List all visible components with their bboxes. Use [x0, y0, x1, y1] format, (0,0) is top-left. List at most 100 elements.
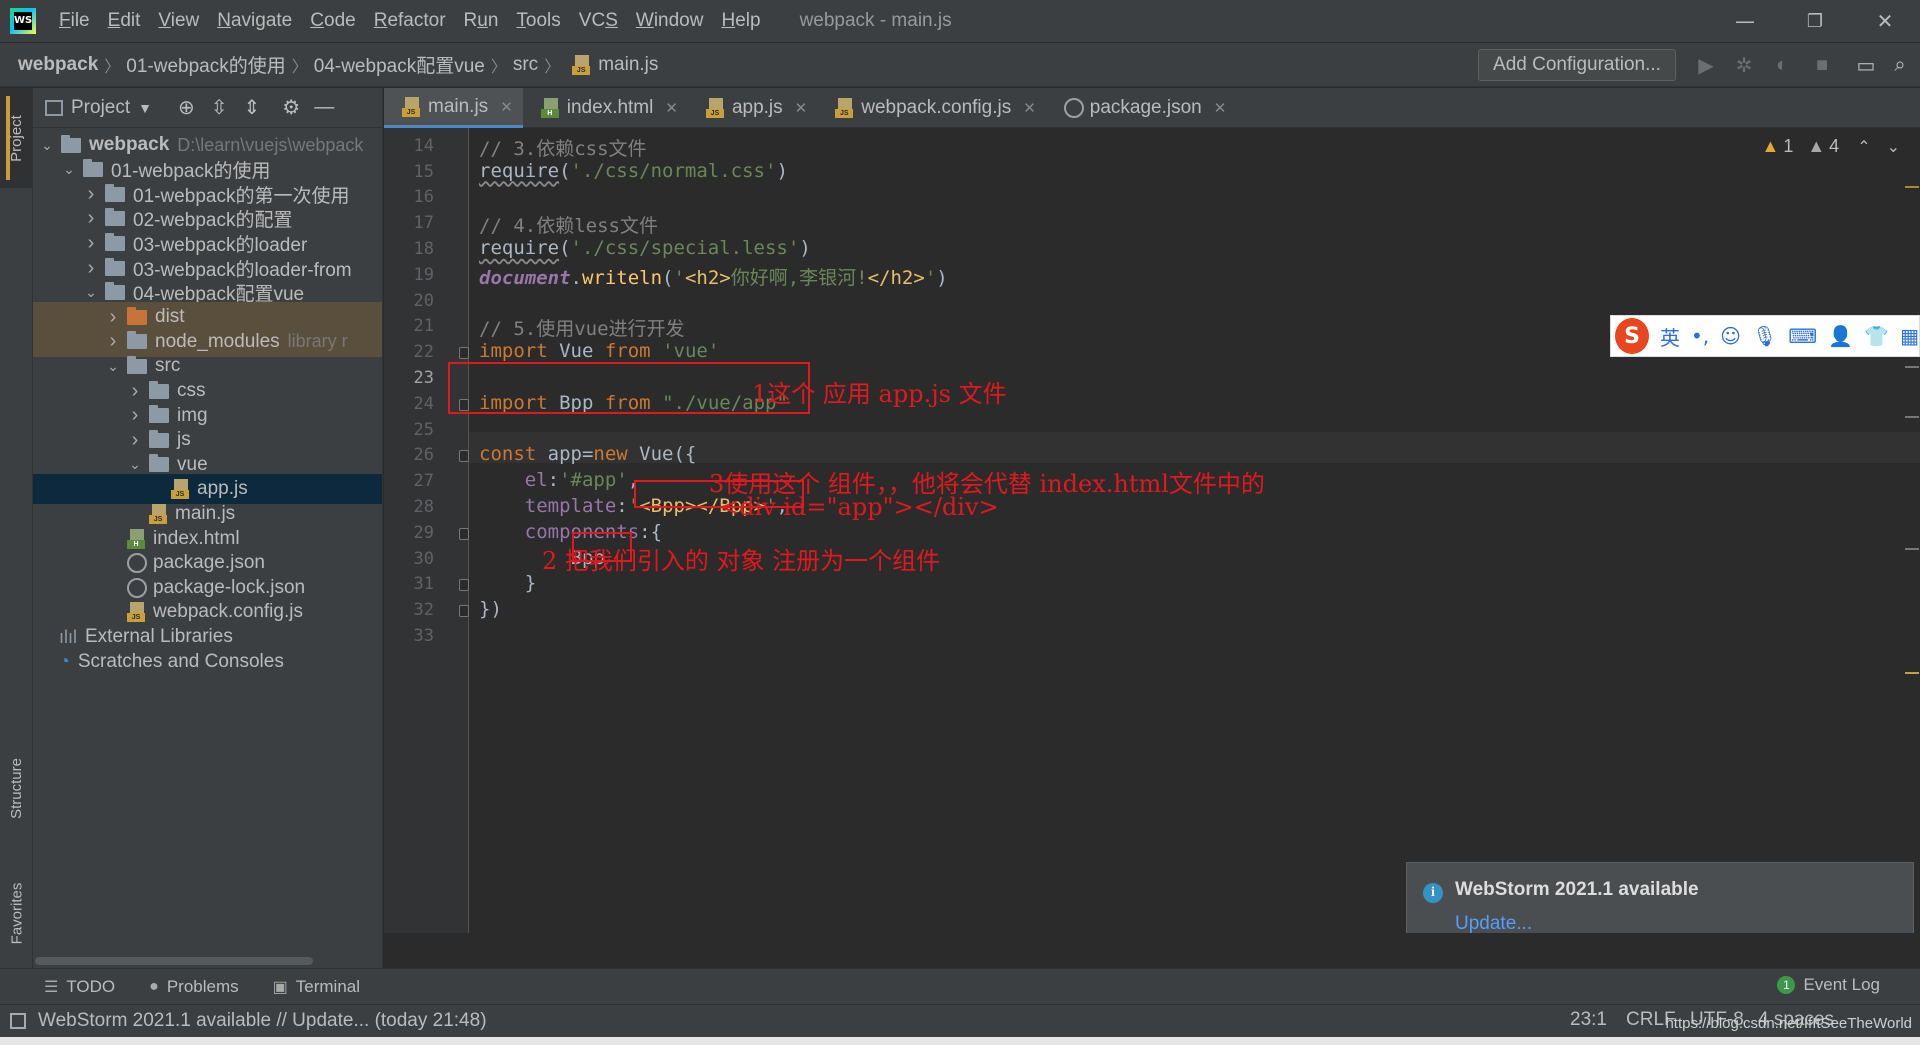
fold-marker-icon[interactable] — [459, 398, 469, 411]
line-number[interactable]: 28 — [384, 497, 434, 517]
debug-icon[interactable]: ✲ — [1730, 51, 1758, 79]
code-line[interactable]: // 3.依赖css文件 — [479, 134, 647, 161]
gear-icon[interactable]: ⚙ — [282, 95, 300, 120]
minimize-button[interactable]: — — [1710, 0, 1780, 42]
chevron-right-icon[interactable]: › — [83, 257, 99, 280]
microphone-icon[interactable]: 🎙 — [1752, 324, 1777, 348]
menu-item[interactable]: Run — [455, 10, 508, 32]
bottom-tool-tab[interactable]: ▣ Terminal — [273, 977, 360, 997]
error-stripe-marker[interactable] — [1905, 672, 1919, 674]
line-number[interactable]: 18 — [384, 239, 434, 259]
error-stripe-marker[interactable] — [1905, 186, 1919, 188]
caret-position[interactable]: 23:1 — [1570, 1009, 1607, 1031]
chevron-right-icon[interactable]: › — [105, 306, 121, 329]
update-link[interactable]: Update... — [1455, 913, 1532, 933]
code-line[interactable]: document.writeln('<h2>你好啊,李银河!</h2>') — [479, 263, 948, 290]
keyboard-icon[interactable]: ⌨ — [1788, 324, 1817, 348]
project-tool-tab[interactable]: Project — [0, 88, 33, 188]
line-number[interactable]: 19 — [384, 265, 434, 285]
line-number[interactable]: 17 — [384, 213, 434, 233]
line-number[interactable]: 21 — [384, 316, 434, 336]
menu-item[interactable]: File — [50, 10, 99, 32]
line-number[interactable]: 31 — [384, 574, 434, 594]
fold-marker-icon[interactable] — [459, 527, 469, 540]
skin-icon[interactable]: 👕 — [1864, 324, 1889, 348]
bottom-tool-tab[interactable]: ● Problems — [149, 977, 238, 997]
toolbox-icon[interactable]: ▦ — [1900, 324, 1919, 348]
editor-tab[interactable]: Hindex.html ✕ — [523, 88, 688, 128]
line-number[interactable]: 32 — [384, 600, 434, 620]
close-window-button[interactable]: ✕ — [1850, 0, 1920, 42]
collapse-all-icon[interactable]: ⇕ — [244, 95, 261, 120]
user-icon[interactable]: 👤 — [1828, 324, 1853, 348]
fold-marker-icon[interactable] — [459, 347, 469, 360]
code-line[interactable]: require('./css/normal.css') — [479, 160, 788, 182]
code-line[interactable]: }) — [479, 598, 502, 620]
line-number[interactable]: 14 — [384, 136, 434, 156]
code-line[interactable]: } — [479, 572, 536, 594]
line-number[interactable]: 20 — [384, 291, 434, 311]
ime-language-toggle[interactable]: 英 — [1660, 322, 1680, 351]
chevron-right-icon[interactable]: › — [83, 183, 99, 206]
close-tab-icon[interactable]: ✕ — [1214, 99, 1227, 117]
menu-item[interactable]: Refactor — [365, 10, 455, 32]
editor-tab[interactable]: JS webpack.config.js ✕ — [817, 88, 1046, 128]
ime-toolbar[interactable]: S 英 •, ☺ 🎙 ⌨ 👤 👕 ▦ — [1610, 315, 1920, 357]
project-horizontal-scrollbar[interactable] — [35, 957, 313, 965]
menu-item[interactable]: Tools — [507, 10, 569, 32]
chevron-down-icon[interactable]: ⌄ — [105, 358, 121, 375]
line-number[interactable]: 27 — [384, 471, 434, 491]
close-tab-icon[interactable]: ✕ — [665, 99, 678, 117]
code-line[interactable]: // 4.依赖less文件 — [479, 211, 658, 238]
code-line[interactable]: import Vue from 'vue' — [479, 340, 719, 362]
code-line[interactable]: // 5.使用vue进行开发 — [479, 314, 685, 341]
chevron-right-icon[interactable]: › — [83, 232, 99, 255]
fold-marker-icon[interactable] — [459, 605, 469, 618]
chevron-right-icon[interactable]: › — [83, 207, 99, 230]
menu-item[interactable]: VCS — [570, 10, 627, 32]
project-view-selector[interactable]: Project — [71, 97, 130, 119]
breadcrumb-item[interactable]: webpack — [12, 54, 104, 76]
menu-item[interactable]: Window — [627, 10, 713, 32]
ime-punctuation-toggle[interactable]: •, — [1691, 324, 1709, 348]
previous-highlight-icon[interactable]: ⌃ — [1857, 137, 1870, 157]
chevron-down-icon[interactable]: ▼ — [138, 100, 152, 116]
chevron-right-icon[interactable]: › — [127, 404, 143, 427]
next-highlight-icon[interactable]: ⌄ — [1887, 137, 1900, 157]
code-editor[interactable]: 1314151617181920212223242526272829303132… — [384, 128, 1920, 933]
menu-item[interactable]: Navigate — [208, 10, 301, 32]
line-number[interactable]: 24 — [384, 394, 434, 414]
chevron-right-icon[interactable]: › — [127, 380, 143, 403]
line-number[interactable]: 22 — [384, 342, 434, 362]
breadcrumb-item[interactable]: JS main.js — [560, 54, 664, 76]
code-line[interactable]: require('./css/special.less') — [479, 237, 811, 259]
restore-button[interactable]: ❐ — [1780, 0, 1850, 42]
hide-panel-icon[interactable]: — — [314, 96, 334, 119]
menu-item[interactable]: Help — [712, 10, 769, 32]
breadcrumb-item[interactable]: 04-webpack配置vue — [308, 51, 491, 78]
status-message[interactable]: WebStorm 2021.1 available // Update... (… — [38, 1010, 487, 1032]
run-anything-icon[interactable]: ▭ — [1852, 51, 1880, 79]
line-number[interactable]: 25 — [384, 420, 434, 440]
line-number[interactable]: 33 — [384, 626, 434, 646]
error-stripe-marker[interactable] — [1905, 416, 1919, 418]
toggle-tool-windows-icon[interactable] — [10, 1013, 26, 1029]
fold-marker-icon[interactable] — [459, 579, 469, 592]
menu-item[interactable]: View — [149, 10, 208, 32]
line-number[interactable]: 30 — [384, 549, 434, 569]
close-tab-icon[interactable]: ✕ — [1023, 99, 1036, 117]
chevron-down-icon[interactable]: ⌄ — [39, 137, 55, 154]
expand-all-icon[interactable]: ⇳ — [211, 95, 228, 120]
menu-item[interactable]: Edit — [99, 10, 150, 32]
run-icon[interactable]: ▶ — [1692, 51, 1720, 79]
line-number[interactable]: 16 — [384, 187, 434, 207]
editor-tab[interactable]: JS main.js ✕ — [384, 88, 523, 128]
line-number[interactable]: 26 — [384, 445, 434, 465]
fold-marker-icon[interactable] — [459, 450, 469, 463]
breadcrumb-item[interactable]: src — [507, 54, 544, 76]
chevron-down-icon[interactable]: ⌄ — [61, 161, 77, 178]
code-line[interactable]: components:{ — [479, 521, 662, 543]
line-number[interactable]: 15 — [384, 162, 434, 182]
code-line[interactable]: const app=new Vue({ — [479, 443, 696, 465]
menu-item[interactable]: Code — [301, 10, 364, 32]
